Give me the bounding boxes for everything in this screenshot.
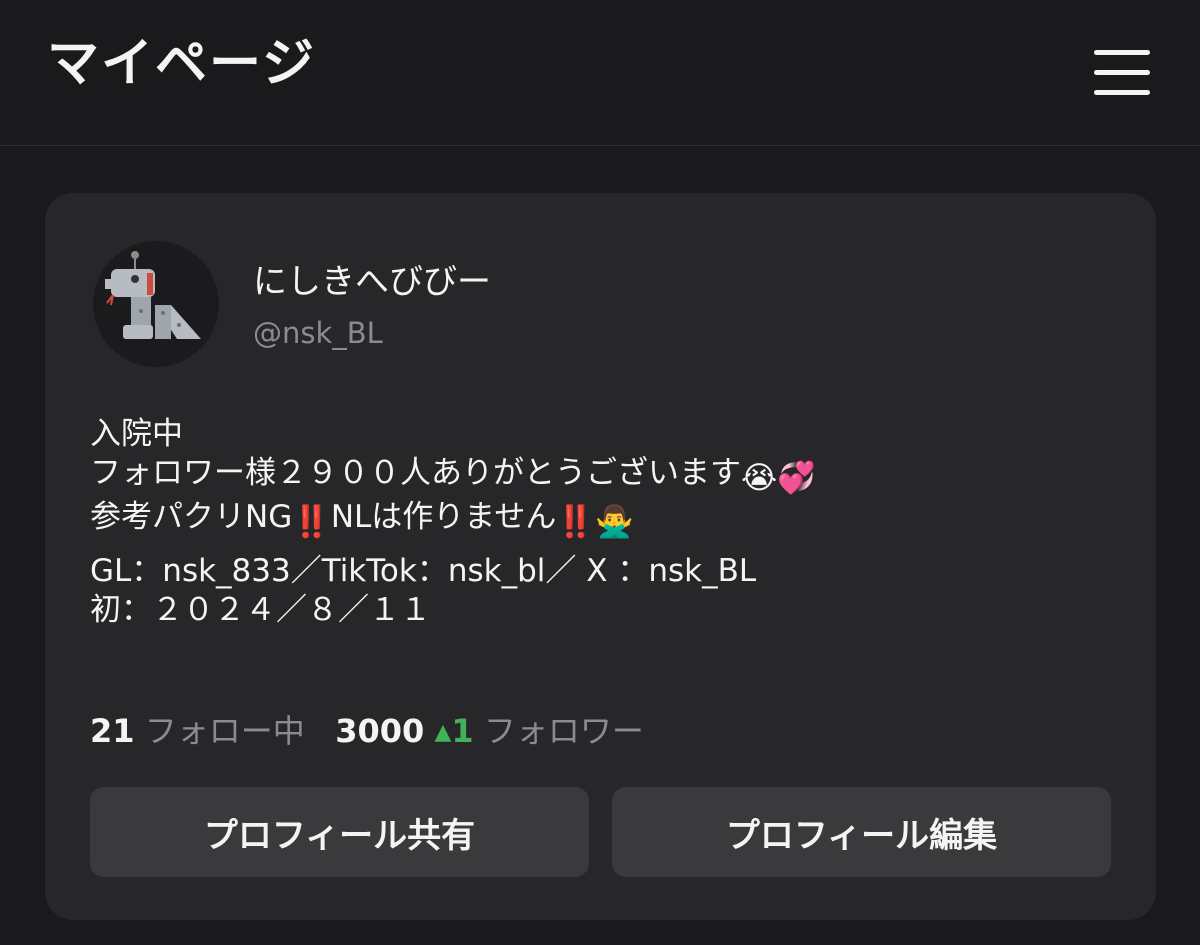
followers-link[interactable]: 3000 ▲1 フォロワー	[335, 712, 644, 750]
up-triangle-icon: ▲	[434, 720, 452, 745]
profile-card: にしきへびびー @nsk_BL 入院中 フォロワー様２９００人ありがとうございま…	[45, 193, 1156, 920]
followers-label: フォロワー	[483, 712, 644, 750]
hearts-emoji-icon: 💞	[777, 460, 816, 496]
user-handle: @nsk_BL	[253, 316, 383, 350]
bio-line: 初：２０２４／８／１１	[90, 592, 431, 628]
share-profile-button[interactable]: プロフィール共有	[90, 787, 589, 877]
followers-delta: ▲1	[434, 712, 474, 750]
profile-bio: 入院中 フォロワー様２９００人ありがとうございます😭💞 参考パクリNG‼️NLは…	[90, 415, 1090, 630]
edit-profile-button[interactable]: プロフィール編集	[612, 787, 1111, 877]
double-exclamation-icon: ‼️	[556, 504, 595, 540]
bio-line: 入院中	[90, 416, 183, 452]
following-count: 21	[90, 712, 135, 750]
avatar[interactable]	[93, 241, 219, 367]
header: マイページ	[0, 0, 1200, 146]
following-label: フォロー中	[144, 712, 305, 750]
display-name: にしきへびびー	[253, 262, 491, 302]
double-exclamation-icon: ‼️	[292, 504, 331, 540]
bio-line: GL：nsk_833／TikTok：nsk_bl／ X ：nsk_BL	[90, 553, 757, 589]
page-title: マイページ	[47, 34, 316, 94]
no-gesture-emoji-icon: 🙅‍♂️	[594, 504, 634, 540]
follow-stats: 21 フォロー中 3000 ▲1 フォロワー	[90, 715, 644, 747]
robot-snake-avatar-icon	[105, 251, 201, 339]
bio-line: フォロワー様２９００人ありがとうございます😭💞	[90, 455, 816, 496]
bio-line: 参考パクリNG‼️NLは作りません‼️🙅‍♂️	[90, 499, 634, 540]
crying-emoji-icon: 😭	[741, 460, 778, 496]
hamburger-menu-icon[interactable]	[1094, 50, 1150, 96]
followers-count: 3000	[335, 712, 425, 750]
following-link[interactable]: 21 フォロー中	[90, 712, 315, 750]
